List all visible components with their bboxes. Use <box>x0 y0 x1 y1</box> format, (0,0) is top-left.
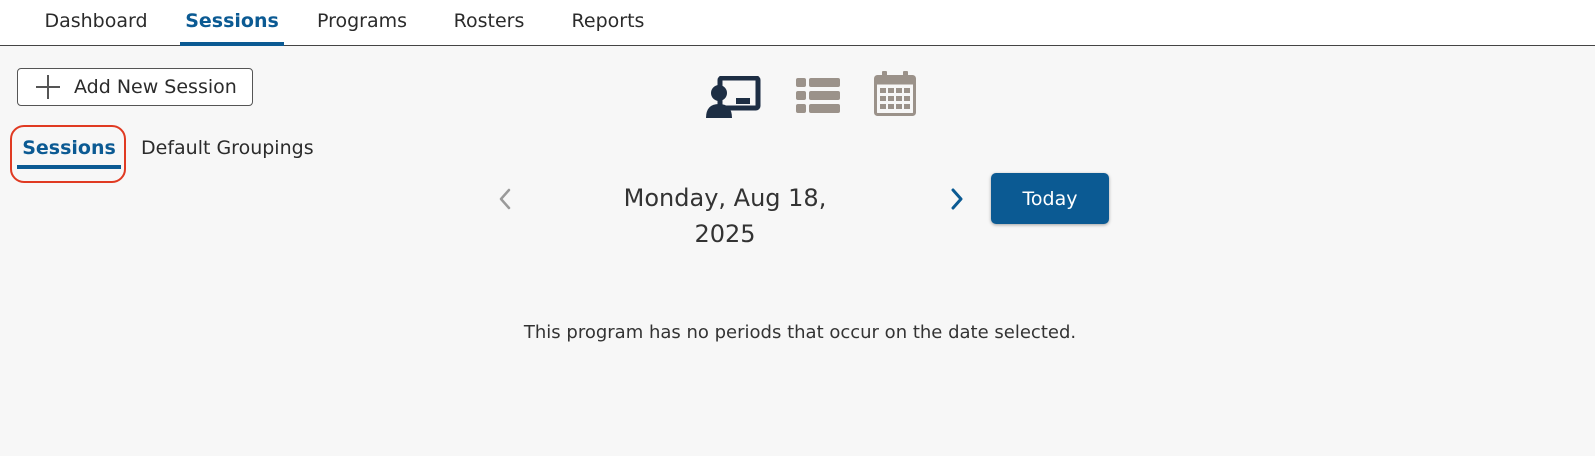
calendar-view-icon[interactable] <box>874 71 916 117</box>
tab-sessions-label: Sessions <box>185 10 279 32</box>
subtab-sessions[interactable]: Sessions <box>17 126 121 172</box>
tab-reports[interactable]: Reports <box>569 0 647 45</box>
selected-date: Monday, Aug 18, 2025 <box>623 184 827 248</box>
tab-dashboard[interactable]: Dashboard <box>44 0 148 45</box>
today-button[interactable]: Today <box>991 173 1109 224</box>
active-tab-indicator <box>180 42 284 46</box>
tab-rosters-label: Rosters <box>453 10 525 32</box>
active-subtab-indicator <box>17 165 121 169</box>
chevron-left-icon[interactable] <box>498 188 512 210</box>
add-new-session-label: Add New Session <box>74 76 237 98</box>
tab-reports-label: Reports <box>571 10 645 32</box>
top-navigation: Dashboard Sessions Programs Rosters Repo… <box>0 0 1595 46</box>
list-view-icon[interactable] <box>796 78 840 114</box>
subtab-default-groupings-label: Default Groupings <box>141 137 314 159</box>
add-new-session-button[interactable]: Add New Session <box>17 68 253 106</box>
empty-state-message: This program has no periods that occur o… <box>523 322 1077 343</box>
tab-sessions[interactable]: Sessions <box>180 0 284 46</box>
subtab-sessions-label: Sessions <box>22 137 116 159</box>
tab-programs-label: Programs <box>316 10 408 32</box>
plus-icon <box>34 73 62 101</box>
chevron-right-icon[interactable] <box>950 188 964 210</box>
tab-programs[interactable]: Programs <box>313 0 411 45</box>
today-button-label: Today <box>1022 187 1078 210</box>
tab-rosters[interactable]: Rosters <box>450 0 528 45</box>
subtab-default-groupings[interactable]: Default Groupings <box>141 126 314 172</box>
tab-dashboard-label: Dashboard <box>44 10 148 32</box>
presenter-view-icon[interactable] <box>706 76 762 120</box>
